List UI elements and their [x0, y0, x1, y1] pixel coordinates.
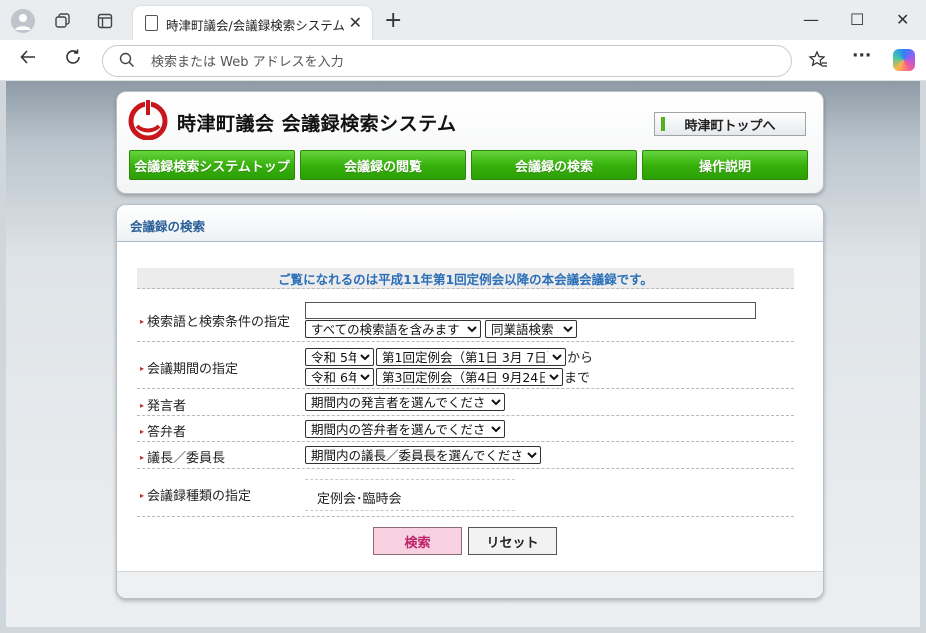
keyword-label: ▸ 検索語と検索条件の指定 [140, 315, 291, 330]
page-viewport: 時津町議会 会議録検索システム 時津町トップへ 会議録検索システムトップ 会議録… [6, 81, 920, 627]
tab-close-icon[interactable]: ✕ [349, 13, 362, 32]
town-emblem-icon [128, 98, 168, 140]
speaker-select[interactable]: 期間内の発言者を選んでください [305, 393, 505, 411]
from-session-select[interactable]: 第1回定例会（第1日 3月 7日） [376, 347, 566, 366]
town-top-link-label: 時津町トップへ [684, 118, 776, 134]
browser-tab-active[interactable]: 時津町議会/会議録検索システム ✕ [133, 6, 372, 40]
search-icon [119, 52, 135, 72]
keyword-input[interactable] [305, 302, 756, 319]
to-suffix: まで [564, 371, 591, 386]
minimize-button[interactable]: — [803, 10, 819, 29]
answerer-control: 期間内の答弁者を選んでください [305, 420, 505, 438]
refresh-icon[interactable] [64, 48, 82, 71]
town-top-link[interactable]: 時津町トップへ [654, 112, 806, 136]
person-icon [15, 14, 31, 30]
chair-label: ▸ 議長／委員長 [140, 451, 226, 466]
nav-help[interactable]: 操作説明 [642, 150, 808, 180]
keyword-options: すべての検索語を含みます 同業語検索 [305, 320, 577, 338]
availability-notice: ご覧になれるのは平成11年第1回定例会以降の本会議会議録です。 [137, 268, 794, 289]
maximize-button[interactable]: ☐ [850, 10, 864, 29]
address-bar[interactable] [102, 45, 792, 77]
answerer-label: ▸ 答弁者 [140, 425, 187, 440]
copilot-icon[interactable] [893, 49, 915, 71]
link-marker [661, 117, 665, 131]
more-options-icon[interactable]: ··· [852, 46, 871, 66]
synonym-select[interactable]: 同業語検索 [485, 320, 577, 338]
window-close-button[interactable]: ✕ [896, 10, 909, 29]
period-to: 令和 6年 第3回定例会（第4日 9月24日） まで [305, 367, 590, 386]
workspaces-icon[interactable] [52, 10, 74, 32]
keyword-row: ▸ 検索語と検索条件の指定 すべての検索語を含みます 同業語検索 [137, 295, 794, 342]
speaker-row: ▸ 発言者 期間内の発言者を選んでください [137, 389, 794, 416]
back-arrow-icon[interactable] [19, 48, 37, 71]
new-tab-button[interactable]: + [384, 8, 402, 33]
profile-avatar[interactable] [11, 9, 35, 33]
page-icon [145, 15, 158, 31]
favorites-star-icon[interactable] [808, 50, 828, 75]
kind-options: 定例会･臨時会 [305, 479, 515, 511]
bullet-icon: ▸ [140, 491, 145, 500]
chair-select[interactable]: 期間内の議長／委員長を選んでください [305, 446, 541, 464]
bullet-icon: ▸ [140, 317, 145, 326]
from-suffix: から [567, 351, 594, 366]
bullet-icon: ▸ [140, 453, 145, 462]
site-title: 時津町議会 会議録検索システム [177, 113, 457, 135]
kind-regular-extra: 定例会･臨時会 [317, 492, 402, 507]
kind-row: ▸ 会議録種類の指定 定例会･臨時会 [137, 469, 794, 517]
nav-system-top[interactable]: 会議録検索システムトップ [129, 150, 295, 180]
chair-row: ▸ 議長／委員長 期間内の議長／委員長を選んでください [137, 442, 794, 469]
search-button[interactable]: 検索 [373, 527, 462, 555]
tab-title: 時津町議会/会議録検索システム [166, 18, 345, 33]
speaker-control: 期間内の発言者を選んでください [305, 393, 505, 411]
period-row: ▸ 会議期間の指定 令和 5年 第1回定例会（第1日 3月 7日） から 令和 6… [137, 342, 794, 389]
site-header: 時津町議会 会議録検索システム 時津町トップへ 会議録検索システムトップ 会議録… [116, 91, 824, 194]
tab-actions-icon[interactable] [94, 10, 116, 32]
panel-header: 会議録の検索 [117, 205, 823, 242]
search-panel: 会議録の検索 ご覧になれるのは平成11年第1回定例会以降の本会議会議録です。 ▸… [116, 204, 824, 599]
reset-button[interactable]: リセット [468, 527, 557, 555]
to-year-select[interactable]: 令和 6年 [305, 367, 374, 386]
bullet-icon: ▸ [140, 364, 145, 373]
from-year-select[interactable]: 令和 5年 [305, 347, 374, 366]
browser-tabbar: 時津町議会/会議録検索システム ✕ + — ☐ ✕ [0, 0, 926, 40]
nav-search[interactable]: 会議録の検索 [471, 150, 637, 180]
period-label: ▸ 会議期間の指定 [140, 362, 239, 377]
nav-browse[interactable]: 会議録の閲覧 [300, 150, 466, 180]
to-session-select[interactable]: 第3回定例会（第4日 9月24日） [376, 367, 563, 386]
chair-control: 期間内の議長／委員長を選んでください [305, 446, 541, 464]
speaker-label: ▸ 発言者 [140, 399, 187, 414]
answerer-row: ▸ 答弁者 期間内の答弁者を選んでください [137, 416, 794, 442]
address-input[interactable] [149, 51, 753, 73]
browser-toolbar: ··· [0, 40, 926, 81]
panel-title: 会議録の検索 [130, 219, 206, 234]
bullet-icon: ▸ [140, 401, 145, 410]
answerer-select[interactable]: 期間内の答弁者を選んでください [305, 420, 505, 438]
bullet-icon: ▸ [140, 427, 145, 436]
kind-label: ▸ 会議録種類の指定 [140, 489, 252, 504]
keyword-condition-select[interactable]: すべての検索語を含みます [305, 320, 481, 338]
panel-footer [117, 571, 823, 598]
period-from: 令和 5年 第1回定例会（第1日 3月 7日） から [305, 347, 593, 366]
